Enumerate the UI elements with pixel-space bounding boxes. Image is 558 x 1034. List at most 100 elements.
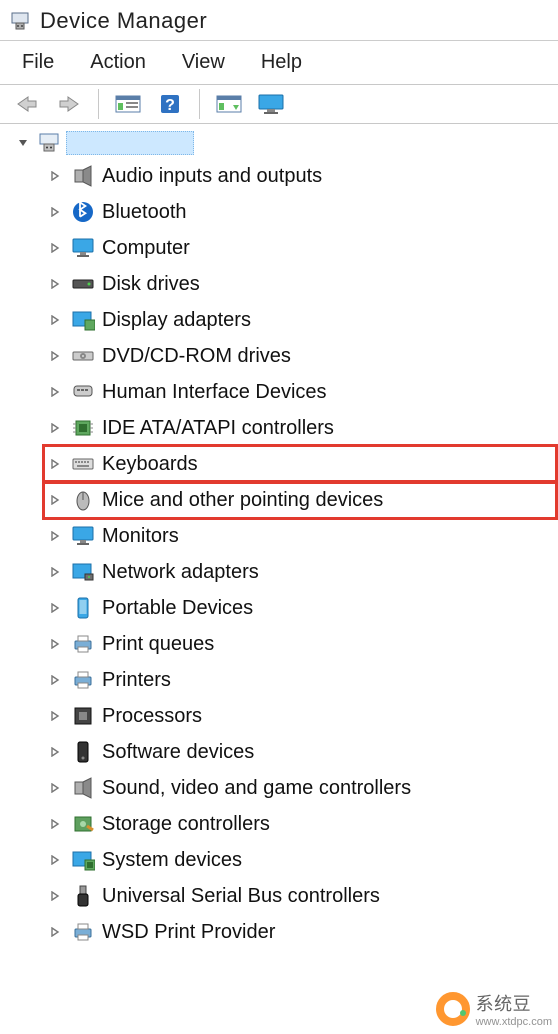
menu-bar: File Action View Help [0,41,558,85]
expand-icon[interactable] [46,167,64,185]
expand-icon[interactable] [46,635,64,653]
expand-icon[interactable] [46,527,64,545]
tree-item-label: Print queues [102,633,214,656]
tree-item-label: IDE ATA/ATAPI controllers [102,417,334,440]
expand-icon[interactable] [46,815,64,833]
expand-icon[interactable] [46,743,64,761]
optical-drive-icon [70,343,96,369]
tree-item-sound[interactable]: Sound, video and game controllers [44,770,556,806]
tree-item-disk[interactable]: Disk drives [44,266,556,302]
printer-icon [70,919,96,945]
portable-device-icon [70,595,96,621]
tree-item-ide[interactable]: IDE ATA/ATAPI controllers [44,410,556,446]
toolbar: ? [0,85,558,124]
expand-icon[interactable] [46,311,64,329]
usb-icon [70,883,96,909]
expand-icon[interactable] [46,671,64,689]
expand-icon[interactable] [46,563,64,581]
menu-action[interactable]: Action [90,51,146,74]
system-device-icon [70,847,96,873]
tree-item-label: Sound, video and game controllers [102,777,411,800]
printer-icon [70,667,96,693]
network-adapter-icon [70,559,96,585]
tree-item-processors[interactable]: Processors [44,698,556,734]
expand-icon[interactable] [46,347,64,365]
expand-icon[interactable] [46,275,64,293]
tree-item-usb[interactable]: Universal Serial Bus controllers [44,878,556,914]
speaker-icon [70,163,96,189]
expand-icon[interactable] [46,707,64,725]
toolbar-separator [199,89,200,119]
tree-item-wsd[interactable]: WSD Print Provider [44,914,556,950]
printer-icon [70,631,96,657]
expand-icon[interactable] [46,203,64,221]
help-button[interactable]: ? [153,89,187,119]
software-device-icon [70,739,96,765]
computer-root-icon [36,130,62,156]
monitor-icon [70,235,96,261]
cpu-icon [70,703,96,729]
tree-item-label: Storage controllers [102,813,270,836]
speaker-icon [70,775,96,801]
menu-file[interactable]: File [22,51,54,74]
tree-item-label: Network adapters [102,561,259,584]
tree-root-label[interactable] [66,131,194,155]
tree-item-storagectl[interactable]: Storage controllers [44,806,556,842]
devices-monitor-button[interactable] [254,89,288,119]
chip-icon [70,415,96,441]
tree-item-dvd[interactable]: DVD/CD-ROM drives [44,338,556,374]
watermark-brand: 系统豆 [476,990,552,1016]
monitor-icon [70,523,96,549]
expand-icon[interactable] [46,383,64,401]
tree-item-label: Software devices [102,741,254,764]
back-button[interactable] [10,89,44,119]
tree-item-label: Audio inputs and outputs [102,165,322,188]
menu-view[interactable]: View [182,51,225,74]
menu-help[interactable]: Help [261,51,302,74]
expand-icon[interactable] [46,923,64,941]
expand-icon[interactable] [46,239,64,257]
tree-item-portable[interactable]: Portable Devices [44,590,556,626]
tree-item-system[interactable]: System devices [44,842,556,878]
keyboard-icon [70,451,96,477]
tree-root-row[interactable] [14,130,556,156]
tree-item-bluetooth[interactable]: Bluetooth [44,194,556,230]
tree-item-display[interactable]: Display adapters [44,302,556,338]
tree-item-label: Printers [102,669,171,692]
display-adapter-icon [70,307,96,333]
watermark-url: www.xtdpc.com [476,1016,552,1028]
tree-item-keyboard[interactable]: Keyboards [44,446,556,482]
expand-icon[interactable] [46,491,64,509]
expand-icon[interactable] [46,779,64,797]
svg-text:?: ? [165,97,175,114]
tree-item-software[interactable]: Software devices [44,734,556,770]
expand-icon[interactable] [46,887,64,905]
window-title: Device Manager [40,8,207,34]
tree-item-monitors[interactable]: Monitors [44,518,556,554]
bluetooth-icon [70,199,96,225]
tree-item-hid[interactable]: Human Interface Devices [44,374,556,410]
expand-icon[interactable] [46,419,64,437]
expand-icon[interactable] [46,851,64,869]
tree-item-label: Universal Serial Bus controllers [102,885,380,908]
tree-item-mice[interactable]: Mice and other pointing devices [44,482,556,518]
tree-item-printers[interactable]: Printers [44,662,556,698]
tree-item-label: DVD/CD-ROM drives [102,345,291,368]
toolbar-separator [98,89,99,119]
tree-item-computer[interactable]: Computer [44,230,556,266]
drive-icon [70,271,96,297]
expand-collapse-icon[interactable] [14,134,32,152]
expand-icon[interactable] [46,455,64,473]
device-manager-icon [10,11,30,31]
tree-item-label: Keyboards [102,453,198,476]
title-bar: Device Manager [0,0,558,41]
watermark-logo-icon [436,992,470,1026]
tree-item-label: Display adapters [102,309,251,332]
forward-button[interactable] [52,89,86,119]
expand-icon[interactable] [46,599,64,617]
tree-item-printqueues[interactable]: Print queues [44,626,556,662]
tree-item-network[interactable]: Network adapters [44,554,556,590]
scan-hardware-button[interactable] [212,89,246,119]
show-hide-console-tree-button[interactable] [111,89,145,119]
tree-item-audio[interactable]: Audio inputs and outputs [44,158,556,194]
